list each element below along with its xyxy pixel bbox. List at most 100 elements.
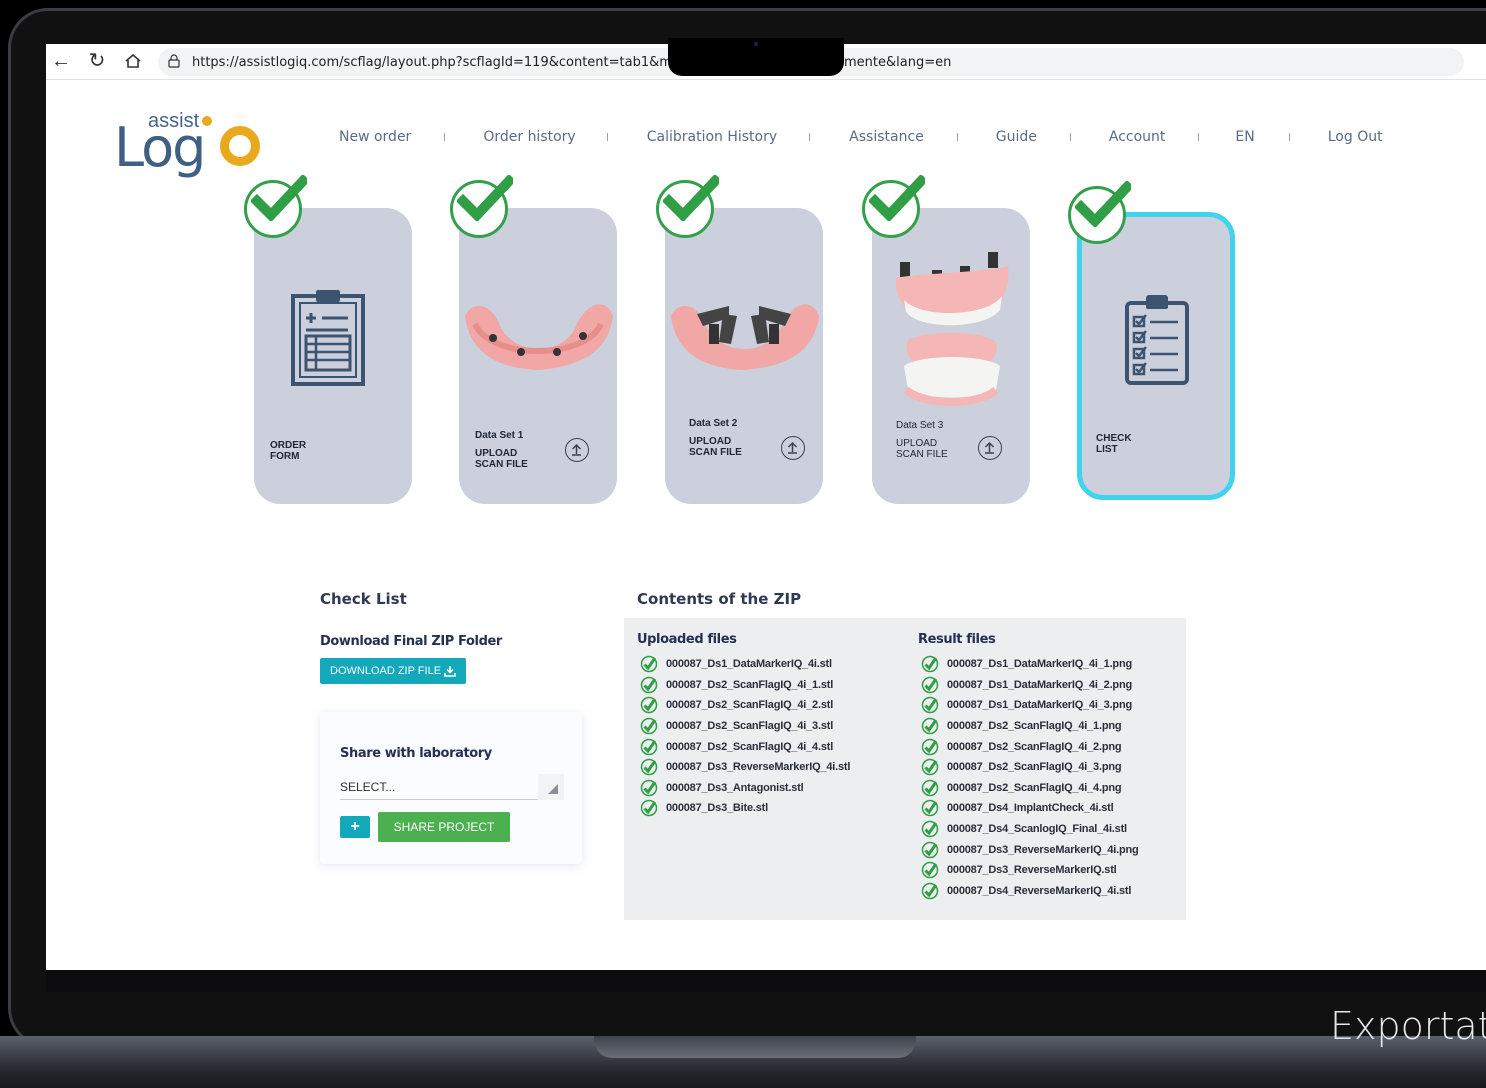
file-name: 000087_Ds3_Bite.stl — [666, 802, 768, 815]
menu-separator — [1069, 133, 1071, 141]
checklist-icon — [1125, 295, 1189, 385]
upload-icon[interactable] — [565, 438, 589, 462]
uploaded-files-heading: Uploaded files — [637, 632, 737, 647]
checklist-title: Check List — [320, 590, 407, 608]
file-item: 000087_Ds2_ScanFlagIQ_4i_4.stl — [640, 736, 850, 757]
assistlogiq-logo[interactable]: assist Log — [114, 108, 264, 179]
file-name: 000087_Ds3_Antagonist.stl — [666, 781, 804, 794]
url-text: https://assistlogiq.com/scflag/layout.ph… — [192, 55, 698, 70]
step-title: UPLOAD SCAN FILE — [475, 448, 528, 470]
share-heading: Share with laboratory — [340, 746, 492, 761]
file-item: 000087_Ds4_ScanlogIQ_Final_4i.stl — [921, 819, 1139, 840]
step-subtitle: Data Set 2 — [689, 418, 738, 429]
add-laboratory-button[interactable]: + — [340, 816, 370, 838]
file-check-icon — [921, 697, 939, 714]
step-title: UPLOAD SCAN FILE — [896, 438, 948, 460]
file-check-icon — [640, 738, 658, 755]
step-card-check-list[interactable]: CHECK LIST — [1077, 212, 1235, 500]
file-item: 000087_Ds2_ScanFlagIQ_4i_2.stl — [640, 695, 850, 716]
menu-account[interactable]: Account — [1109, 129, 1166, 145]
menu-new-order[interactable]: New order — [339, 129, 411, 145]
screen-bezel-bottom — [46, 970, 1486, 992]
file-check-icon — [921, 676, 939, 694]
file-item: 000087_Ds2_ScanFlagIQ_4i_3.stl — [640, 716, 850, 737]
file-name: 000087_Ds2_ScanFlagIQ_4i_1.stl — [666, 678, 834, 691]
file-check-icon — [921, 820, 939, 838]
file-name: 000087_Ds4_ScanlogIQ_Final_4i.stl — [947, 823, 1127, 836]
file-item: 000087_Ds1_DataMarkerIQ_4i_1.png — [921, 654, 1139, 675]
file-item: 000087_Ds2_ScanFlagIQ_4i_1.png — [921, 716, 1139, 737]
file-name: 000087_Ds2_ScanFlagIQ_4i_4.stl — [666, 740, 834, 753]
file-name: 000087_Ds1_DataMarkerIQ_4i.stl — [666, 658, 832, 671]
dental-model-scanflag-icon — [671, 304, 819, 370]
file-check-icon — [921, 656, 939, 673]
file-name: 000087_Ds3_ReverseMarkerIQ_4i.stl — [666, 761, 851, 774]
clipboard-form-icon — [291, 290, 365, 386]
menu-log-out[interactable]: Log Out — [1328, 129, 1383, 145]
laboratory-select[interactable]: SELECT... — [340, 774, 564, 800]
share-with-lab-panel: Share with laboratory SELECT... + SHARE … — [320, 712, 582, 864]
laboratory-select-value: SELECT... — [340, 780, 396, 794]
file-name: 000087_Ds2_ScanFlagIQ_4i_3.png — [947, 761, 1122, 774]
file-name: 000087_Ds1_DataMarkerIQ_4i_1.png — [947, 658, 1132, 671]
step-complete-check-icon — [450, 175, 513, 238]
back-arrow-icon[interactable]: ← — [50, 50, 72, 72]
menu-order-history[interactable]: Order history — [483, 129, 575, 145]
site-info-icon[interactable] — [168, 54, 180, 68]
file-check-icon — [640, 779, 658, 797]
step-card-data-set-1[interactable]: Data Set 1 UPLOAD SCAN FILE — [459, 208, 617, 504]
file-item: 000087_Ds1_DataMarkerIQ_4i_3.png — [921, 695, 1139, 716]
step-card-order-form[interactable]: ORDER FORM — [254, 208, 412, 504]
file-item: 000087_Ds3_ReverseMarkerIQ.stl — [921, 860, 1139, 881]
file-check-icon — [921, 861, 939, 879]
file-item: 000087_Ds4_ImplantCheck_4i.stl — [921, 798, 1139, 819]
file-name: 000087_Ds2_ScanFlagIQ_4i_3.stl — [666, 720, 834, 733]
dental-prosthesis-icon — [895, 252, 1009, 406]
zip-contents-panel: Uploaded files Result files 000087_Ds1_D… — [624, 618, 1186, 920]
camera-icon — [754, 42, 758, 46]
url-text-tail: mente&lang=en — [844, 55, 952, 70]
file-check-icon — [921, 841, 939, 858]
file-name: 000087_Ds2_ScanFlagIQ_4i_2.stl — [666, 699, 834, 712]
file-name: 000087_Ds4_ReverseMarkerIQ_4i.stl — [947, 884, 1132, 897]
menu-calibration-history[interactable]: Calibration History — [647, 129, 777, 145]
download-zip-button[interactable]: DOWNLOAD ZIP FILE — [320, 658, 466, 684]
file-name: 000087_Ds1_DataMarkerIQ_4i_2.png — [947, 678, 1132, 691]
menu-guide[interactable]: Guide — [996, 129, 1037, 145]
step-complete-check-icon — [862, 175, 925, 238]
step-complete-check-icon — [244, 175, 307, 238]
file-check-icon — [921, 759, 939, 776]
home-icon[interactable] — [122, 50, 144, 72]
file-item: 000087_Ds2_ScanFlagIQ_4i_4.png — [921, 778, 1139, 799]
menu-language[interactable]: EN — [1235, 129, 1254, 145]
upload-icon[interactable] — [978, 436, 1002, 460]
step-complete-check-icon — [1068, 181, 1131, 244]
file-item: 000087_Ds2_ScanFlagIQ_4i_1.stl — [640, 675, 850, 696]
share-project-button[interactable]: SHARE PROJECT — [378, 812, 510, 842]
menu-separator — [1288, 133, 1290, 141]
step-title: ORDER FORM — [270, 440, 307, 462]
menu-separator — [606, 133, 608, 141]
file-item: 000087_Ds3_Bite.stl — [640, 798, 850, 819]
file-check-icon — [640, 697, 658, 714]
file-name: 000087_Ds2_ScanFlagIQ_4i_4.png — [947, 781, 1122, 794]
file-check-icon — [640, 656, 658, 673]
file-check-icon — [640, 800, 658, 817]
step-complete-check-icon — [656, 175, 719, 238]
file-check-icon — [640, 759, 658, 776]
menu-assistance[interactable]: Assistance — [849, 129, 924, 145]
browser-screen: ← ↻ https://assistlogiq.com/scflag/layou… — [46, 44, 1486, 970]
file-item: 000087_Ds2_ScanFlagIQ_4i_2.png — [921, 736, 1139, 757]
step-card-data-set-3[interactable]: Data Set 3 UPLOAD SCAN FILE — [872, 208, 1030, 504]
file-item: 000087_Ds3_ReverseMarkerIQ_4i.png — [921, 839, 1139, 860]
step-subtitle: Data Set 1 — [475, 430, 524, 441]
reload-icon[interactable]: ↻ — [86, 50, 108, 72]
result-files-heading: Result files — [918, 632, 996, 647]
dropdown-arrow-icon[interactable] — [538, 774, 564, 800]
zip-contents-title: Contents of the ZIP — [637, 590, 802, 608]
file-name: 000087_Ds2_ScanFlagIQ_4i_2.png — [947, 740, 1122, 753]
upload-icon[interactable] — [781, 436, 805, 460]
download-heading: Download Final ZIP Folder — [320, 634, 502, 649]
menu-separator — [444, 133, 446, 141]
step-card-data-set-2[interactable]: Data Set 2 UPLOAD SCAN FILE — [665, 208, 823, 504]
